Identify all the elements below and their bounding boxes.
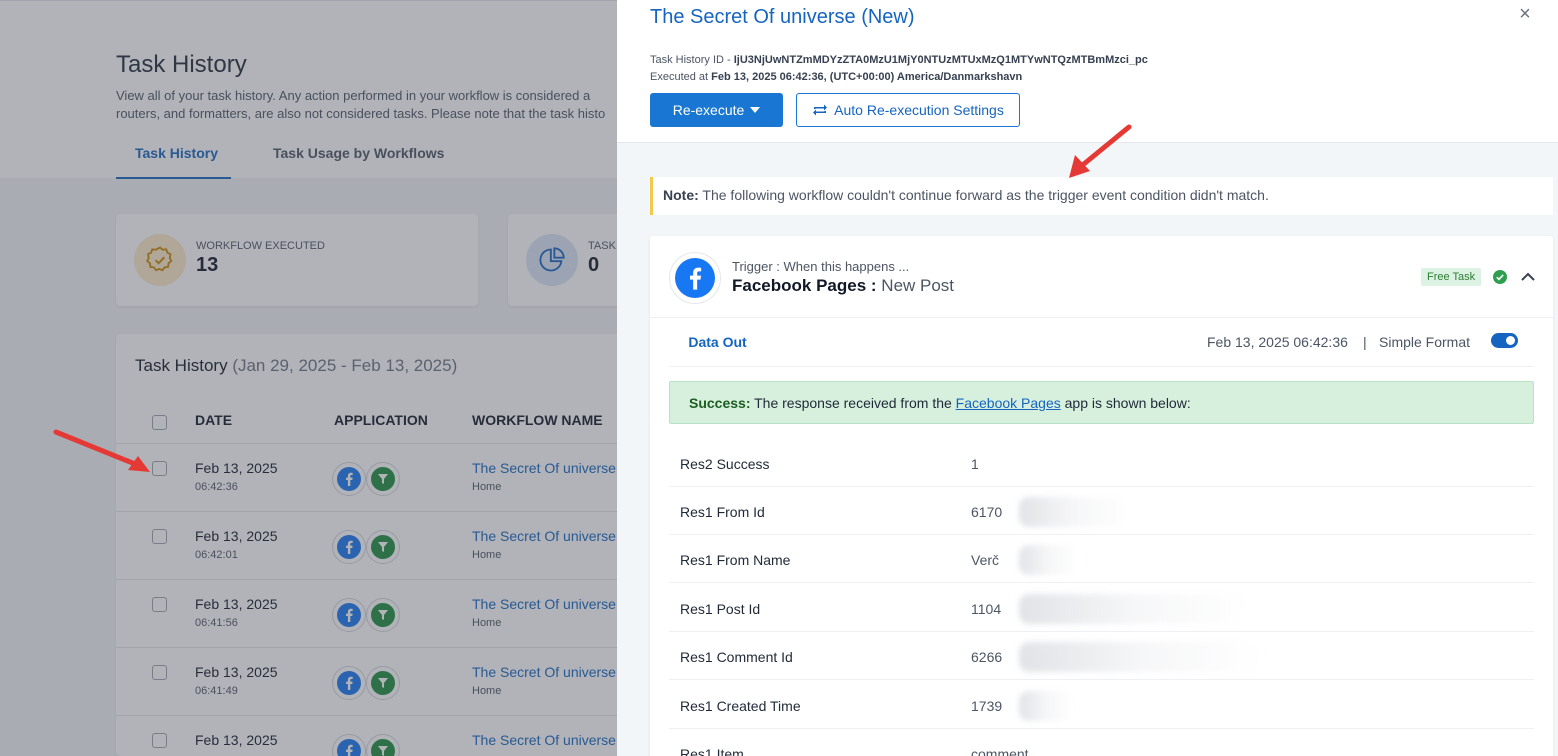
field-key: Res2 Success — [680, 456, 770, 472]
task-detail-drawer: The Secret Of universe (New) × Task Hist… — [617, 0, 1558, 756]
executed-at: Executed at Feb 13, 2025 06:42:36, (UTC+… — [650, 71, 1023, 83]
close-icon[interactable]: × — [1515, 4, 1535, 24]
field-key: Res1 Created Time — [680, 698, 801, 714]
facebook-icon — [669, 252, 721, 304]
note-banner: Note: The following workflow couldn't co… — [650, 177, 1553, 215]
redacted-value — [1019, 594, 1249, 624]
modal-backdrop[interactable] — [0, 0, 617, 756]
trigger-app-event: Facebook Pages : New Post — [732, 276, 955, 295]
trigger-task-card: Trigger : When this happens ... Facebook… — [650, 236, 1553, 756]
field-value: 1104 — [971, 601, 1002, 617]
facebook-pages-link[interactable]: Facebook Pages — [956, 395, 1061, 411]
redacted-value — [1019, 691, 1074, 721]
drawer-title: The Secret Of universe (New) — [650, 6, 915, 28]
data-field-row: Res1 Comment Id 6266 — [669, 632, 1534, 680]
redacted-value — [1019, 642, 1264, 672]
field-value: 6266 — [971, 649, 1003, 665]
data-field-row: Res1 Created Time 1739 — [669, 681, 1534, 729]
check-circle-icon — [1493, 270, 1507, 284]
data-field-row: Res1 Post Id 1104 — [669, 584, 1534, 632]
data-field-row: Res1 From Id 6170 — [669, 487, 1534, 535]
redacted-value — [1019, 497, 1129, 527]
simple-format-toggle[interactable] — [1491, 333, 1518, 348]
separator: | — [1363, 334, 1367, 350]
trigger-task-header[interactable]: Trigger : When this happens ... Facebook… — [650, 236, 1553, 318]
trigger-label: Trigger : When this happens ... — [732, 259, 910, 274]
tab-data-out[interactable]: Data Out — [669, 318, 766, 367]
data-out-timestamp: Feb 13, 2025 06:42:36 — [1207, 334, 1348, 350]
free-task-badge: Free Task — [1421, 268, 1482, 286]
field-key: Res1 From Id — [680, 504, 765, 520]
annotation-arrow — [53, 429, 150, 472]
field-value: 1 — [971, 456, 979, 472]
field-key: Res1 Item — [680, 746, 744, 756]
auto-re-execution-settings-button[interactable]: Auto Re-execution Settings — [796, 93, 1020, 127]
field-key: Res1 Post Id — [680, 601, 761, 617]
data-field-row: Res2 Success 1 — [669, 439, 1534, 487]
field-value: 6170 — [971, 504, 1003, 520]
field-value: Verč — [971, 552, 1000, 568]
field-key: Res1 Comment Id — [680, 649, 793, 665]
data-field-row: Res1 Item comment — [669, 729, 1534, 756]
tab-divider — [669, 366, 1534, 367]
caret-down-icon — [750, 107, 761, 113]
simple-format-label: Simple Format — [1379, 334, 1471, 350]
chevron-up-icon[interactable] — [1519, 268, 1537, 286]
field-key: Res1 From Name — [680, 552, 791, 568]
re-execute-button[interactable]: Re-execute — [650, 93, 783, 127]
annotation-arrow — [1069, 124, 1132, 178]
field-value: 1739 — [971, 698, 1003, 714]
data-field-row: Res1 From Name Verč — [669, 535, 1534, 583]
success-banner: Success: The response received from the … — [669, 381, 1534, 424]
redacted-value — [1019, 545, 1079, 575]
field-value: comment — [971, 746, 1029, 756]
task-history-id: Task History ID - IjU3NjUwNTZmMDYzZTA0Mz… — [650, 54, 1148, 66]
repeat-icon — [813, 104, 828, 116]
